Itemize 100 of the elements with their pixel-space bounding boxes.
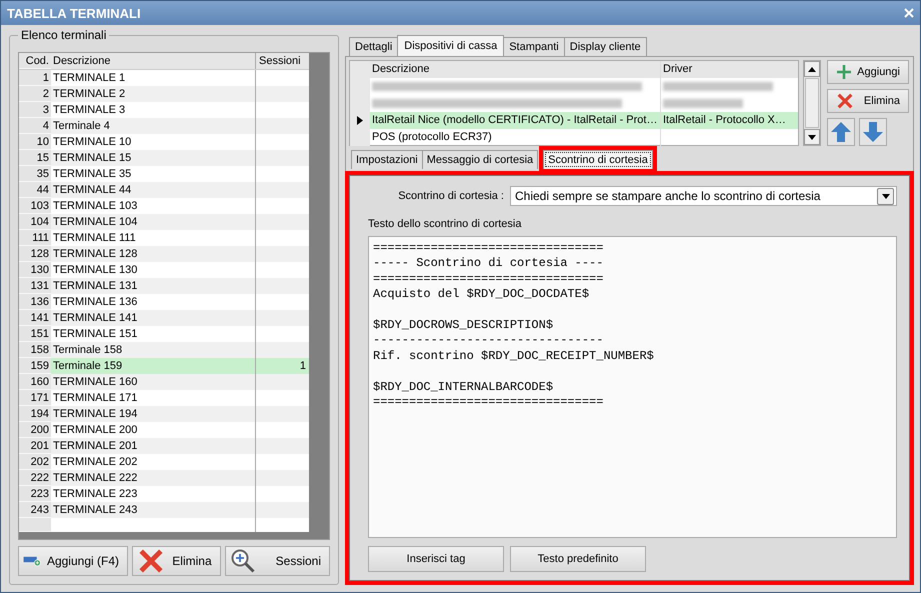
table-cell: 10 xyxy=(19,134,51,150)
panel-button[interactable]: Testo predefinito xyxy=(510,546,646,572)
group-title: Elenco terminali xyxy=(18,28,110,42)
table-cell-text: ItalRetail - Protocollo X… xyxy=(662,113,787,128)
field-label: Scontrino di cortesia : xyxy=(397,190,504,202)
table-cell: 128 xyxy=(19,246,51,262)
table-cell-text: TERMINALE 223 xyxy=(52,487,138,502)
dropdown-icon xyxy=(882,194,890,198)
table-cell: 223 xyxy=(19,486,51,502)
table-row[interactable]: 44 TERMINALE 44 xyxy=(19,182,309,198)
table-cell-text: Terminale 159 xyxy=(52,359,124,374)
table-cell: 171 xyxy=(19,390,51,406)
tab[interactable]: Dettagli xyxy=(349,37,398,56)
table-cell-text: TERMINALE 160 xyxy=(52,375,138,390)
delete-icon xyxy=(836,92,854,110)
dropdown-field[interactable]: Chiedi sempre se stampare anche lo scontrino di cortesia xyxy=(510,186,897,206)
table-cell-text: TERMINALE 104 xyxy=(52,215,138,230)
table-cell-text: TERMINALE 202 xyxy=(52,455,138,470)
tab[interactable]: Stampanti xyxy=(503,37,565,56)
table-cell-text: TERMINALE 128 xyxy=(52,247,138,262)
table-row[interactable]: 194 TERMINALE 194 xyxy=(19,406,309,422)
table-cell-text: TERMINALE 44 xyxy=(52,183,132,198)
scroll-up-icon[interactable] xyxy=(808,66,816,72)
table-cell-text: TERMINALE 222 xyxy=(52,471,138,486)
add-button[interactable]: Aggiungi xyxy=(827,60,909,84)
table-cell: 159 xyxy=(19,358,51,374)
delete-icon xyxy=(137,547,165,575)
table-cell-text: TERMINALE 103 xyxy=(52,199,138,214)
table-cell: 111 xyxy=(19,230,51,246)
table-row[interactable]: 222 TERMINALE 222 xyxy=(19,470,309,486)
table-row[interactable]: 131 TERMINALE 131 xyxy=(19,278,309,294)
table-cell: 131 xyxy=(19,278,51,294)
move-down-button[interactable] xyxy=(859,118,887,146)
scroll-down-icon[interactable] xyxy=(808,134,816,140)
table-cell: 243 xyxy=(19,502,51,518)
column-header: Descrizione xyxy=(370,61,661,78)
scrollbar[interactable] xyxy=(803,60,821,146)
table-row[interactable]: 243 TERMINALE 243 xyxy=(19,502,309,518)
column-header: Driver xyxy=(662,62,694,77)
tab[interactable]: Messaggio di cortesia xyxy=(422,150,538,169)
table-cell: 2 xyxy=(19,86,51,102)
table-cell-text: Terminale 158 xyxy=(52,343,124,358)
table-cell: 1 xyxy=(19,70,51,86)
delete-button[interactable]: Elimina xyxy=(827,89,909,113)
table-cell: 158 xyxy=(19,342,51,358)
table-cell: 202 xyxy=(19,454,51,470)
field-label: Testo dello scontrino di cortesia xyxy=(368,218,522,230)
table-row[interactable]: 141 TERMINALE 141 xyxy=(19,310,309,326)
search-button[interactable]: Sessioni xyxy=(224,546,330,576)
table-cell-text: TERMINALE 151 xyxy=(52,327,138,342)
table-cell: 201 xyxy=(19,438,51,454)
table-cell: 103 xyxy=(19,198,51,214)
move-up-button[interactable] xyxy=(827,118,855,146)
table-cell-text: TERMINALE 15 xyxy=(52,151,132,166)
table-cell: ItalRetail Nice (modello CERTIFICATO) - ItalRetail - Prot… xyxy=(370,112,661,129)
tab[interactable]: Dispositivi di cassa xyxy=(397,35,504,56)
panel-button[interactable]: Inserisci tag xyxy=(368,546,504,572)
table-row[interactable]: 15 TERMINALE 15 xyxy=(19,150,309,166)
add-button[interactable]: Aggiungi (F4) xyxy=(18,546,128,576)
table-cell-text: TERMINALE 3 xyxy=(52,103,126,118)
table-cell-text: TERMINALE 201 xyxy=(52,439,138,454)
down-arrow-icon xyxy=(862,121,884,143)
table-row[interactable]: 104 TERMINALE 104 xyxy=(19,214,309,230)
column-header: Cod. xyxy=(19,53,51,69)
table-cell: 35 xyxy=(19,166,51,182)
table-cell-text: TERMINALE 131 xyxy=(52,279,138,294)
table-cell-text: TERMINALE 10 xyxy=(52,135,132,150)
table-row[interactable]: 159 Terminale 159 1 xyxy=(19,358,309,374)
table-cell: 194 xyxy=(19,406,51,422)
column-header: Sessioni xyxy=(255,53,309,69)
delete-button[interactable]: Elimina xyxy=(132,546,221,576)
table-cell: 104 xyxy=(19,214,51,230)
tab[interactable]: Display cliente xyxy=(564,37,647,56)
table-cell-text: TERMINALE 141 xyxy=(52,311,138,326)
window-title: TABELLA TERMINALI xyxy=(7,6,141,20)
tab[interactable]: Impostazioni xyxy=(351,150,423,169)
table-row[interactable]: ItalRetail Nice (modello CERTIFICATO) - ItalRetail - Prot… ItalRetail - Protocollo X… xyxy=(350,112,798,129)
table-row[interactable]: 128 TERMINALE 128 xyxy=(19,246,309,262)
plus-icon xyxy=(836,64,852,80)
table-row[interactable]: 2 TERMINALE 2 xyxy=(19,86,309,102)
table-cell-text: TERMINALE 194 xyxy=(52,407,138,422)
table-cell: 130 xyxy=(19,262,51,278)
table-cell: 136 xyxy=(19,294,51,310)
table-row[interactable]: 201 TERMINALE 201 xyxy=(19,438,309,454)
table-cell-text: TERMINALE 2 xyxy=(52,87,126,102)
close-icon[interactable] xyxy=(904,8,914,18)
table-cell-text: TERMINALE 136 xyxy=(52,295,138,310)
up-arrow-icon xyxy=(830,121,852,143)
table-cell-text: TERMINALE 200 xyxy=(52,423,138,438)
table-cell: 4 xyxy=(19,118,51,134)
table-cell: 151 xyxy=(19,326,51,342)
table-row[interactable]: 160 TERMINALE 160 xyxy=(19,374,309,390)
receipt-text-field[interactable]: ================================ ----- Scontrino di cortesia ---- ================================ Acquisto del $RDY_DOC_DOCDATE$ $RDY_DOCROWS_DESCRIPTION$ -------------------------------- Rif. scontrino $RDY_DOC_RECEIPT_NUMBER$ $RDY_DOC_INTERNALBARCODE$ ================================ xyxy=(368,236,897,538)
row-pointer-icon xyxy=(357,116,363,125)
table-cell: 222 xyxy=(19,470,51,486)
table-cell-text: TERMINALE 171 xyxy=(52,391,138,406)
table-cell: 200 xyxy=(19,422,51,438)
table-row[interactable]: 158 Terminale 158 xyxy=(19,342,309,358)
table-cell-text: TERMINALE 243 xyxy=(52,503,138,518)
table-row[interactable]: 4 Terminale 4 xyxy=(19,118,309,134)
